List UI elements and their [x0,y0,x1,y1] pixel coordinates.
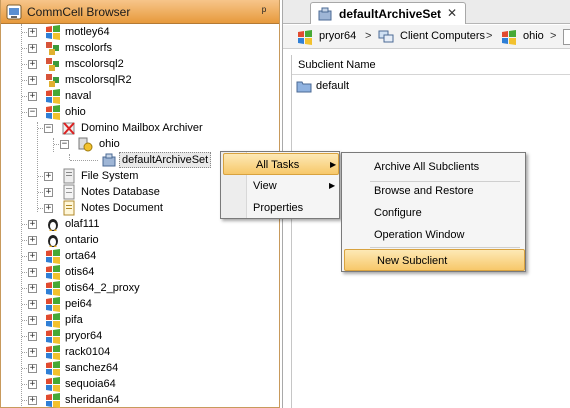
windows-icon [46,25,60,40]
tree-item-mscolorsqlR2[interactable]: + mscolorsqlR2 [1,72,279,88]
folder-icon [296,81,312,93]
commcell-browser-header: CommCell Browser ᵖ [1,0,279,24]
breadcrumb-item-ohio[interactable]: ohio [523,30,544,42]
tree-item-rack0104[interactable]: + rack0104 [1,344,279,360]
backupset-icon [318,7,332,21]
linux-icon [48,219,58,231]
breadcrumb-separator: > [550,30,557,42]
tab-strip: defaultArchiveSet ✕ [283,0,570,24]
file-system-icon [63,168,75,184]
linux-icon [48,235,58,247]
commcell-logo-icon [6,4,22,20]
menu-item-configure[interactable]: Configure [342,202,527,224]
menu-item-archive-all-subclients[interactable]: Archive All Subclients [342,156,527,178]
menu-item-view[interactable]: View ▶ [221,175,341,197]
tree-item-sequoia64[interactable]: + sequoia64 [1,376,279,392]
client-computers-icon [378,30,394,43]
context-menu: All Tasks ▶ View ▶ Properties [220,151,340,219]
windows-icon [46,377,60,392]
cluster-icon [46,42,59,55]
cluster-icon [46,58,59,71]
column-header-subclient-name[interactable]: Subclient Name [292,55,570,75]
windows-icon [502,30,516,45]
pin-icon[interactable]: ᵖ [257,4,271,18]
breadcrumb: pryor64 > Client Computers > ohio > [283,25,570,49]
tree-item-pifa[interactable]: + pifa [1,312,279,328]
tree-item-otis64-2-proxy[interactable]: + otis64_2_proxy [1,280,279,296]
windows-icon [46,89,60,104]
windows-icon [298,30,312,45]
backupset-icon [102,153,116,167]
windows-icon [46,361,60,376]
tree-item-sheridan64[interactable]: + sheridan64 [1,392,279,408]
windows-icon [46,105,60,120]
menu-item-all-tasks[interactable]: All Tasks ▶ [223,153,339,175]
breadcrumb-dropdown[interactable] [563,29,570,45]
tree-item-mscolorfs[interactable]: + mscolorfs [1,40,279,56]
domino-archiver-icon [62,122,75,135]
tree-item-otis64[interactable]: + otis64 [1,264,279,280]
tree-item-motley64[interactable]: + motley64 [1,24,279,40]
tab-defaultarchiveset[interactable]: defaultArchiveSet ✕ [310,2,466,24]
tree-item-ohio-instance[interactable]: − ohio [1,136,279,152]
all-tasks-submenu: Archive All Subclients Browse and Restor… [341,152,526,272]
windows-icon [46,297,60,312]
breadcrumb-separator: > [365,30,372,42]
tree-item-pei64[interactable]: + pei64 [1,296,279,312]
notes-database-icon [63,184,75,200]
windows-icon [46,265,60,280]
tree-item-pryor64[interactable]: + pryor64 [1,328,279,344]
tree-item-mscolorsql2[interactable]: + mscolorsql2 [1,56,279,72]
instance-icon [78,137,93,152]
list-item-default[interactable]: default [292,77,570,95]
tree-item-orta64[interactable]: + orta64 [1,248,279,264]
subclient-name: default [316,80,350,92]
menu-item-new-subclient[interactable]: New Subclient [344,249,525,271]
close-icon[interactable]: ✕ [447,6,457,20]
tab-label: defaultArchiveSet [339,7,442,21]
notes-document-icon [63,200,75,216]
menu-item-browse-and-restore[interactable]: Browse and Restore [342,180,527,202]
tree-item-ontario[interactable]: + ontario [1,232,279,248]
breadcrumb-item-pryor64[interactable]: pryor64 [319,30,356,42]
windows-icon [46,393,60,408]
tree-item-sanchez64[interactable]: + sanchez64 [1,360,279,376]
windows-icon [46,345,60,360]
tree-item-domino-mailbox-archiver[interactable]: − Domino Mailbox Archiver [1,120,279,136]
windows-icon [46,281,60,296]
menu-item-properties[interactable]: Properties [221,197,341,219]
menu-item-operation-window[interactable]: Operation Window [342,224,527,246]
windows-icon [46,313,60,328]
tree-item-naval[interactable]: + naval [1,88,279,104]
breadcrumb-separator: > [486,30,493,42]
submenu-arrow-icon: ▶ [330,160,337,169]
submenu-arrow-icon: ▶ [329,181,336,190]
cluster-icon [46,74,59,87]
windows-icon [46,329,60,344]
tree-item-ohio[interactable]: − ohio [1,104,279,120]
breadcrumb-item-client-computers[interactable]: Client Computers [400,30,485,42]
windows-icon [46,249,60,264]
commcell-browser-title: CommCell Browser [27,5,131,19]
